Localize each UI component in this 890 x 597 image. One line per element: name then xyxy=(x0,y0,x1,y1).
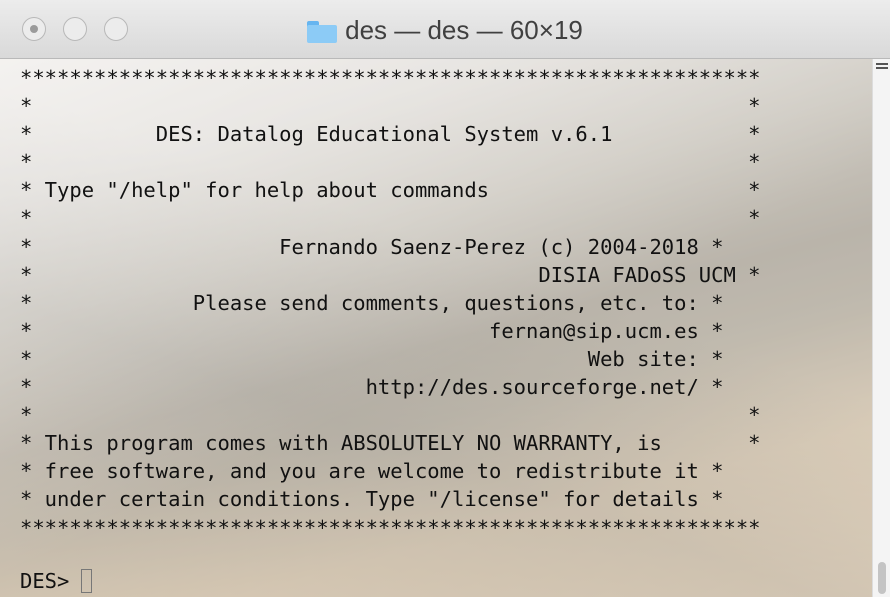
folder-icon xyxy=(307,21,338,43)
terminal-line: * free software, and you are welcome to … xyxy=(20,459,724,484)
window-title: des — des — 60×19 xyxy=(0,15,890,46)
window-title-text: des — des — 60×19 xyxy=(345,15,583,45)
terminal-line: * Fernando Saenz-Perez (c) 2004-2018 * xyxy=(20,234,724,259)
scroll-marks-icon[interactable] xyxy=(876,63,888,75)
vertical-scrollbar[interactable] xyxy=(872,59,890,597)
terminal-line: * * xyxy=(20,403,761,428)
terminal-line: ****************************************… xyxy=(20,66,761,90)
terminal-line: ****************************************… xyxy=(20,515,761,540)
terminal-line: * fernan@sip.ucm.es * xyxy=(20,318,724,343)
title-bar[interactable]: des — des — 60×19 xyxy=(0,0,890,59)
terminal-line: * This program comes with ABSOLUTELY NO … xyxy=(20,431,761,456)
terminal-line: * * xyxy=(20,150,761,175)
terminal-line: * http://des.sourceforge.net/ * xyxy=(20,375,724,400)
text-cursor xyxy=(81,569,93,593)
scroll-thumb[interactable] xyxy=(878,562,886,594)
terminal-line: * Web site: * xyxy=(20,346,724,371)
command-prompt[interactable]: DES> xyxy=(20,567,93,595)
terminal-line: * DES: Datalog Educational System v.6.1 … xyxy=(20,122,761,147)
terminal-line: * * xyxy=(20,94,761,119)
terminal-output: ****************************************… xyxy=(20,64,761,542)
terminal-line: * under certain conditions. Type "/licen… xyxy=(20,487,724,512)
terminal-line: * DISIA FADoSS UCM * xyxy=(20,262,761,287)
terminal-line: * * xyxy=(20,206,761,231)
terminal-line: * Please send comments, questions, etc. … xyxy=(20,290,724,315)
prompt-label: DES> xyxy=(20,569,70,593)
terminal-content[interactable]: ****************************************… xyxy=(0,59,872,597)
terminal-line: * Type "/help" for help about commands * xyxy=(20,178,761,203)
terminal-window: des — des — 60×19 **********************… xyxy=(0,0,890,597)
